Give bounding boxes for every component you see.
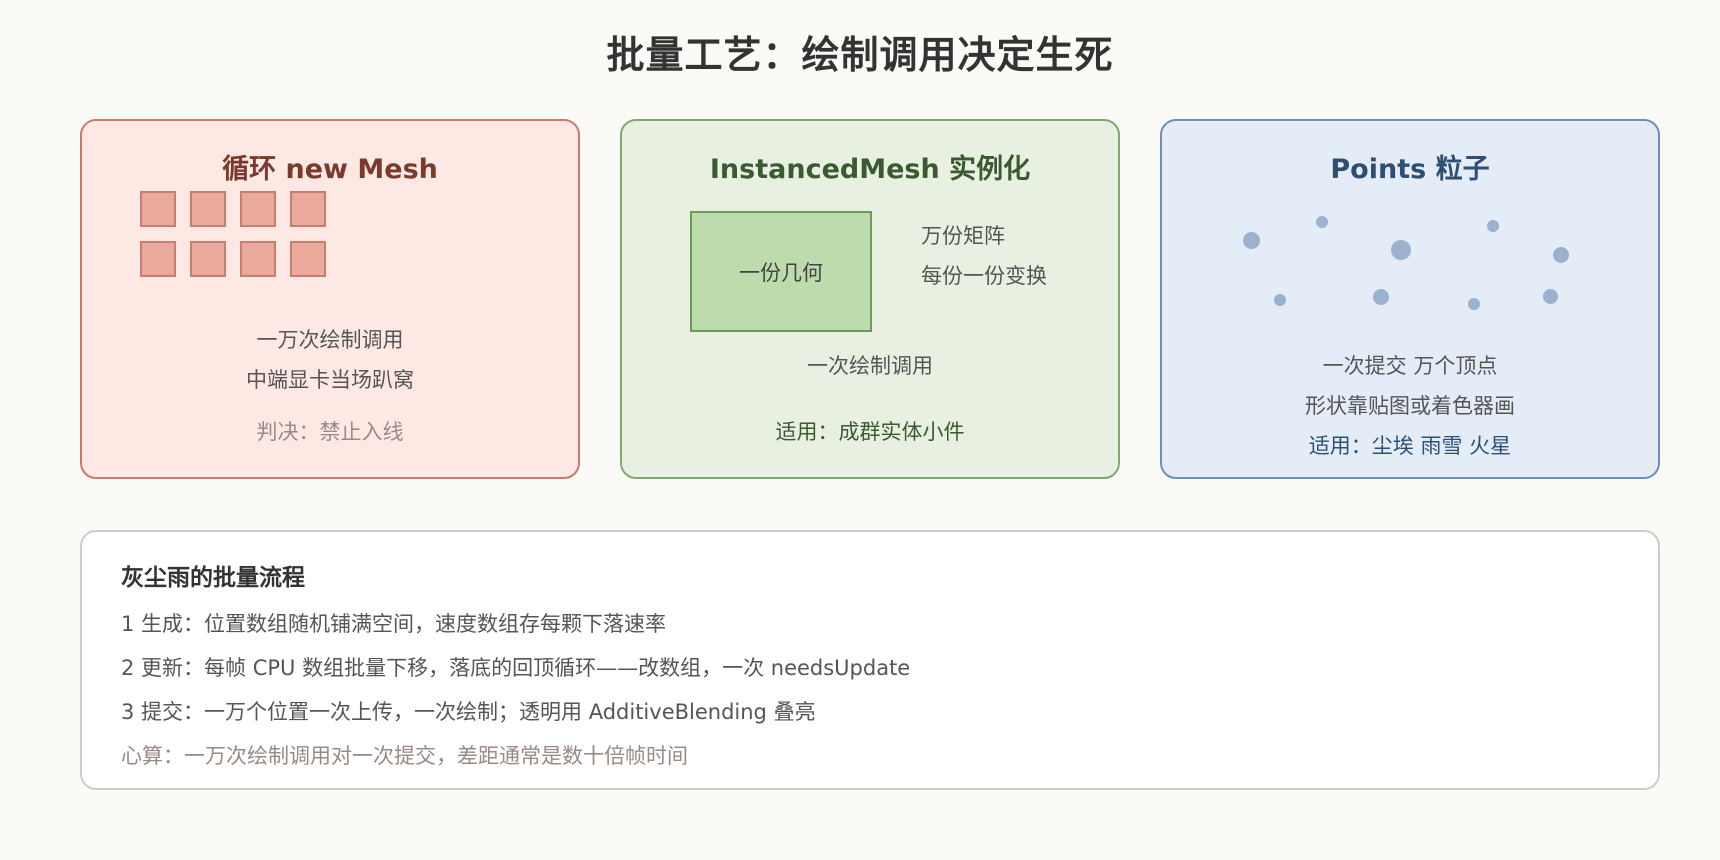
instanced-note-transforms: 每份一份变换 <box>921 264 1047 288</box>
mesh-square <box>190 241 226 277</box>
instanced-note-matrices: 万份矩阵 <box>921 224 1005 248</box>
particle-dot <box>1373 289 1389 305</box>
particle-dot <box>1243 232 1260 249</box>
card-instanced-mesh: InstancedMesh 实例化 一份几何 万份矩阵 每份一份变换 一次绘制调… <box>620 119 1120 479</box>
card-points-line1: 一次提交 万个顶点 <box>1322 354 1498 378</box>
mesh-square <box>240 191 276 227</box>
particle-dot <box>1391 240 1411 260</box>
flow-step-update: 2 更新：每帧 CPU 数组批量下移，落底的回顶循环——改数组，一次 needs… <box>121 656 911 680</box>
card-loop-mesh: 循环 new Mesh 一万次绘制调用 中端显卡当场趴窝 判决：禁止入线 <box>80 119 580 479</box>
particle-dot <box>1316 216 1328 228</box>
card-points-title: Points 粒子 <box>1330 154 1490 185</box>
particle-dot <box>1487 220 1499 232</box>
card-instanced-mesh-use: 适用：成群实体小件 <box>775 420 965 444</box>
flow-title: 灰尘雨的批量流程 <box>121 565 305 591</box>
card-points-use: 适用：尘埃 雨雪 火星 <box>1308 434 1512 458</box>
flow-note: 心算：一万次绘制调用对一次提交，差距通常是数十倍帧时间 <box>121 744 688 768</box>
page: 批量工艺：绘制调用决定生死 循环 new Mesh 一万次绘制调用 中端显卡当场… <box>0 0 1720 860</box>
mesh-square <box>140 241 176 277</box>
mesh-square <box>240 241 276 277</box>
card-points: Points 粒子 一次提交 万个顶点 形状靠贴图或着色器画 适用：尘埃 雨雪 … <box>1160 119 1660 479</box>
particle-dot <box>1274 294 1286 306</box>
card-instanced-mesh-line1: 一次绘制调用 <box>807 354 933 378</box>
card-points-line2: 形状靠贴图或着色器画 <box>1305 394 1515 418</box>
dust-rain-flow-panel: 灰尘雨的批量流程 1 生成：位置数组随机铺满空间，速度数组存每颗下落速率 2 更… <box>80 530 1660 790</box>
geometry-box: 一份几何 <box>690 211 872 332</box>
card-loop-mesh-verdict: 判决：禁止入线 <box>256 420 404 444</box>
card-loop-mesh-title: 循环 new Mesh <box>222 154 438 185</box>
flow-step-submit: 3 提交：一万个位置一次上传，一次绘制；透明用 AdditiveBlending… <box>121 700 816 724</box>
mesh-square <box>290 191 326 227</box>
mesh-square <box>290 241 326 277</box>
card-loop-mesh-line1: 一万次绘制调用 <box>256 328 404 352</box>
page-title: 批量工艺：绘制调用决定生死 <box>606 33 1114 77</box>
particle-dot <box>1543 289 1558 304</box>
card-loop-mesh-line2: 中端显卡当场趴窝 <box>246 368 414 392</box>
geometry-label: 一份几何 <box>739 260 823 285</box>
particle-dot <box>1553 247 1569 263</box>
flow-step-generate: 1 生成：位置数组随机铺满空间，速度数组存每颗下落速率 <box>121 612 667 636</box>
particle-dot <box>1468 298 1480 310</box>
mesh-square <box>190 191 226 227</box>
card-instanced-mesh-title: InstancedMesh 实例化 <box>709 154 1031 185</box>
mesh-square <box>140 191 176 227</box>
